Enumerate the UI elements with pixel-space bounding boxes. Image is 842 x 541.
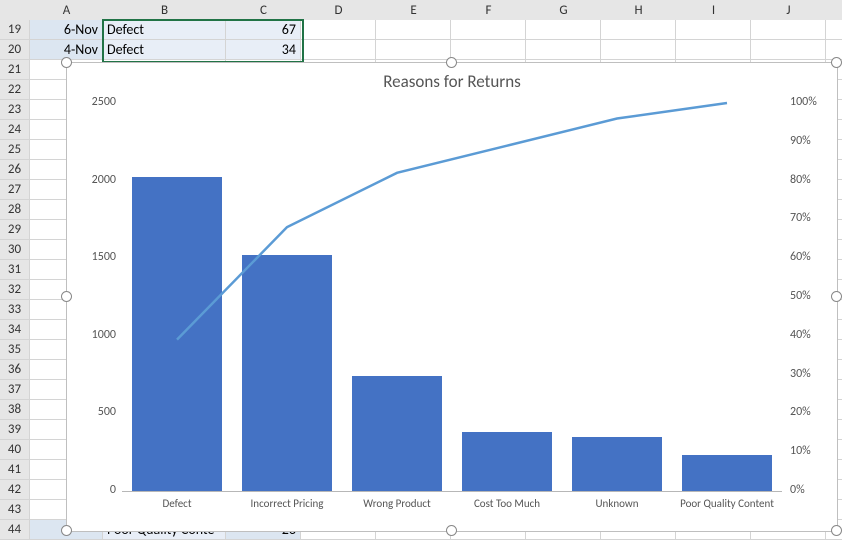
y-left-tick: 2500: [74, 95, 116, 109]
row-header-31[interactable]: 31: [0, 260, 30, 280]
cell-I20[interactable]: [676, 40, 751, 60]
row-header-19[interactable]: 19: [0, 20, 30, 40]
cell-C19[interactable]: 67: [226, 20, 301, 40]
row-header-33[interactable]: 33: [0, 300, 30, 320]
cell-E19[interactable]: [376, 20, 451, 40]
row-header-26[interactable]: 26: [0, 160, 30, 180]
category-label: Incorrect Pricing: [227, 497, 347, 510]
row-header-35[interactable]: 35: [0, 340, 30, 360]
row-header-22[interactable]: 22: [0, 80, 30, 100]
row-header-40[interactable]: 40: [0, 440, 30, 460]
row-header-25[interactable]: 25: [0, 140, 30, 160]
row-header-29[interactable]: 29: [0, 220, 30, 240]
cell-A19[interactable]: 6-Nov: [30, 20, 103, 40]
row-header-34[interactable]: 34: [0, 320, 30, 340]
y-right-tick: 40%: [790, 328, 834, 342]
column-header-C[interactable]: C: [226, 0, 302, 21]
cell-F19[interactable]: [451, 20, 526, 40]
column-header-I[interactable]: I: [676, 0, 752, 21]
y-right-tick: 10%: [790, 444, 834, 458]
chart-handle[interactable]: [831, 525, 842, 536]
chart-handle[interactable]: [446, 57, 457, 68]
column-header-A[interactable]: A: [30, 0, 104, 21]
row-header-32[interactable]: 32: [0, 280, 30, 300]
chart-handle[interactable]: [61, 57, 72, 68]
column-header-E[interactable]: E: [376, 0, 452, 21]
column-header-K[interactable]: K: [826, 0, 842, 21]
y-right-tick: 60%: [790, 250, 834, 264]
row-header-37[interactable]: 37: [0, 380, 30, 400]
cumulative-line[interactable]: [177, 103, 727, 340]
row-header-38[interactable]: 38: [0, 400, 30, 420]
y-right-tick: 0%: [790, 483, 834, 497]
cell-I19[interactable]: [676, 20, 751, 40]
y-left-tick: 1000: [74, 328, 116, 342]
column-header-H[interactable]: H: [601, 0, 677, 21]
category-label: Poor Quality Content: [667, 497, 787, 510]
cell-E20[interactable]: [376, 40, 451, 60]
category-label: Unknown: [557, 497, 677, 510]
cell-J20[interactable]: [751, 40, 826, 60]
chart-object[interactable]: Reasons for Returns 05001000150020002500…: [66, 62, 838, 532]
row-header-39[interactable]: 39: [0, 420, 30, 440]
select-all-corner[interactable]: [0, 0, 31, 21]
row-header-43[interactable]: 43: [0, 500, 30, 520]
cell-B20[interactable]: Defect: [103, 40, 226, 60]
y-right-tick: 100%: [790, 95, 834, 109]
cell-F20[interactable]: [451, 40, 526, 60]
cell-C20[interactable]: 34: [226, 40, 301, 60]
cell-H20[interactable]: [601, 40, 676, 60]
y-right-tick: 90%: [790, 134, 834, 148]
chart-handle[interactable]: [831, 291, 842, 302]
row-header-44[interactable]: 44: [0, 520, 30, 540]
cell-D20[interactable]: [301, 40, 376, 60]
chart-handle[interactable]: [446, 525, 457, 536]
row-header-30[interactable]: 30: [0, 240, 30, 260]
chart-handle[interactable]: [831, 57, 842, 68]
category-label: Wrong Product: [337, 497, 457, 510]
column-header-F[interactable]: F: [451, 0, 527, 21]
chart-plot-area[interactable]: 050010001500200025000%10%20%30%40%50%60%…: [122, 103, 782, 491]
column-header-D[interactable]: D: [301, 0, 377, 21]
chart-title[interactable]: Reasons for Returns: [67, 71, 837, 92]
y-left-tick: 2000: [74, 173, 116, 187]
cell-K19[interactable]: [826, 20, 842, 40]
row-header-23[interactable]: 23: [0, 100, 30, 120]
y-right-tick: 70%: [790, 211, 834, 225]
cell-G20[interactable]: [526, 40, 601, 60]
cell-D19[interactable]: [301, 20, 376, 40]
y-right-tick: 30%: [790, 367, 834, 381]
row-header-27[interactable]: 27: [0, 180, 30, 200]
row-header-20[interactable]: 20: [0, 40, 30, 60]
cell-B19[interactable]: Defect: [103, 20, 226, 40]
cell-H19[interactable]: [601, 20, 676, 40]
y-right-tick: 50%: [790, 289, 834, 303]
y-left-tick: 0: [74, 483, 116, 497]
y-right-tick: 20%: [790, 405, 834, 419]
column-header-J[interactable]: J: [751, 0, 827, 21]
row-header-41[interactable]: 41: [0, 460, 30, 480]
row-header-24[interactable]: 24: [0, 120, 30, 140]
column-header-G[interactable]: G: [526, 0, 602, 21]
row-header-36[interactable]: 36: [0, 360, 30, 380]
y-left-tick: 1500: [74, 250, 116, 264]
chart-handle[interactable]: [61, 525, 72, 536]
category-label: Defect: [117, 497, 237, 510]
cell-G19[interactable]: [526, 20, 601, 40]
chart-handle[interactable]: [61, 291, 72, 302]
row-header-42[interactable]: 42: [0, 480, 30, 500]
category-label: Cost Too Much: [447, 497, 567, 510]
cell-J19[interactable]: [751, 20, 826, 40]
y-left-tick: 500: [74, 405, 116, 419]
column-header-B[interactable]: B: [103, 0, 227, 21]
row-header-28[interactable]: 28: [0, 200, 30, 220]
row-header-21[interactable]: 21: [0, 60, 30, 80]
y-right-tick: 80%: [790, 173, 834, 187]
